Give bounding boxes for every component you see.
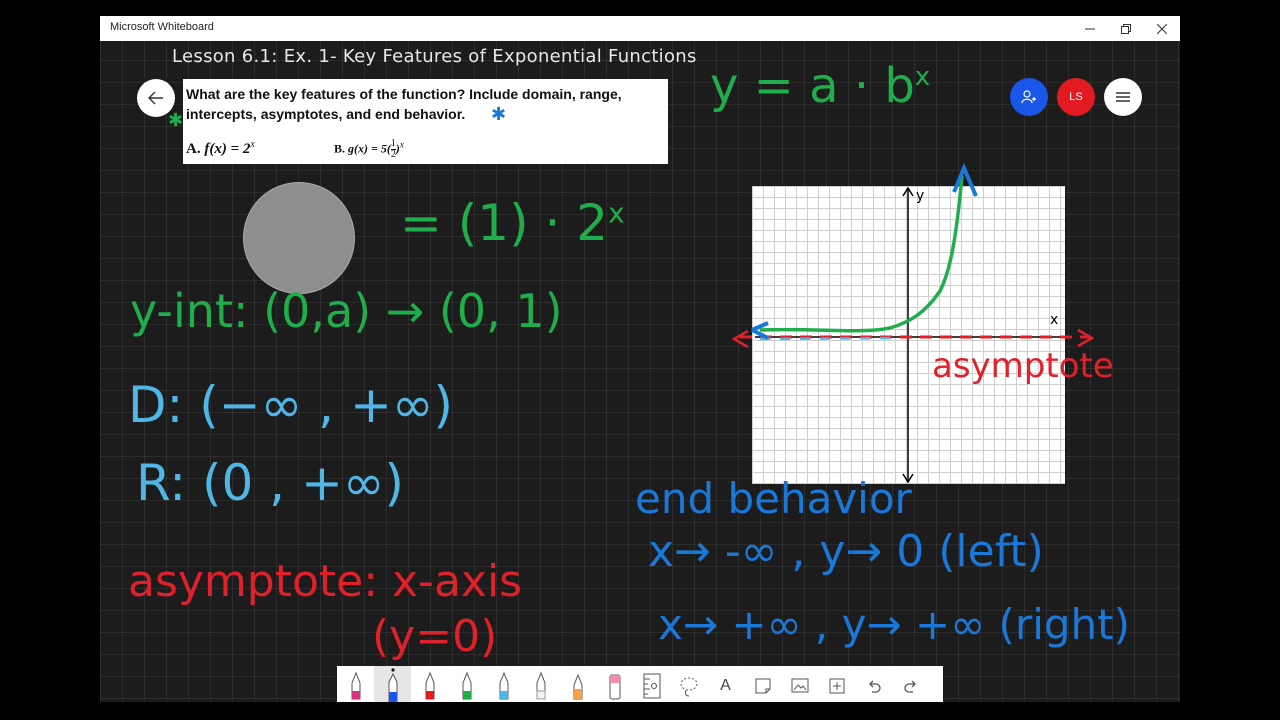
pen-blue-button[interactable] [374, 666, 411, 702]
ink-end-left: x→ -∞ , y→ 0 (left) [648, 526, 1044, 577]
ruler-icon [643, 673, 660, 699]
ink-asymptote: asymptote: x-axis [128, 556, 523, 607]
text-icon: A [720, 677, 731, 694]
lasso-icon [680, 677, 697, 697]
ink-range: R: (0 , +∞) [136, 454, 404, 512]
ink-asymptote-eq: (y=0) [372, 611, 498, 662]
pen-lightblue-icon [499, 671, 508, 700]
add-icon [829, 678, 844, 694]
graph-x-label: x [1050, 312, 1059, 328]
pen-pink-button[interactable] [337, 666, 374, 702]
eraser-icon [609, 674, 620, 700]
text-button[interactable]: A [707, 666, 744, 702]
svg-text:✱: ✱ [491, 104, 506, 125]
undo-button[interactable] [855, 666, 892, 702]
add-button[interactable] [818, 666, 855, 702]
redo-button[interactable] [892, 666, 929, 702]
sticky-note-button[interactable] [744, 666, 781, 702]
image-button[interactable] [781, 666, 818, 702]
pen-lightblue-button[interactable] [485, 666, 522, 702]
ruler-button[interactable] [633, 666, 670, 702]
redo-icon [903, 680, 916, 693]
pen-pink-icon [351, 671, 360, 700]
pen-white-button[interactable] [522, 666, 559, 702]
ink-general-form: y = a · bx [710, 58, 931, 114]
ink-domain: D: (−∞ , +∞) [128, 376, 454, 434]
pen-white-icon [536, 671, 545, 700]
ink-end-behavior-title: end behavior [635, 474, 912, 523]
pen-red-button[interactable] [411, 666, 448, 702]
highlighter-button[interactable] [559, 666, 596, 702]
pen-red-icon [425, 671, 434, 700]
svg-text:✱: ✱ [168, 110, 183, 131]
graph-y-label: y [916, 188, 925, 204]
ink-y-intercept: y-int: (0,a) → (0, 1) [130, 284, 563, 338]
curve-top-arrow [952, 162, 978, 197]
highlighter-icon [573, 673, 582, 700]
pen-toolbar: A [337, 666, 943, 702]
asymptote-left-arrow [731, 329, 749, 349]
ink-graph-asymptote-label: asymptote [932, 346, 1114, 386]
exponential-curve [759, 175, 964, 333]
eraser-button[interactable] [596, 666, 633, 702]
ink-substituted: = (1) · 2x [400, 194, 625, 252]
lasso-button[interactable] [670, 666, 707, 702]
sticky-note-icon [755, 678, 770, 694]
pen-blue-icon [388, 668, 397, 702]
ink-end-right: x→ +∞ , y→ +∞ (right) [658, 600, 1131, 649]
image-icon [791, 678, 808, 693]
pen-green-button[interactable] [448, 666, 485, 702]
pen-green-icon [462, 671, 471, 700]
whiteboard-canvas[interactable]: Microsoft Whiteboard Lesson 6.1: Ex. 1- … [100, 16, 1180, 702]
undo-icon [868, 680, 881, 693]
